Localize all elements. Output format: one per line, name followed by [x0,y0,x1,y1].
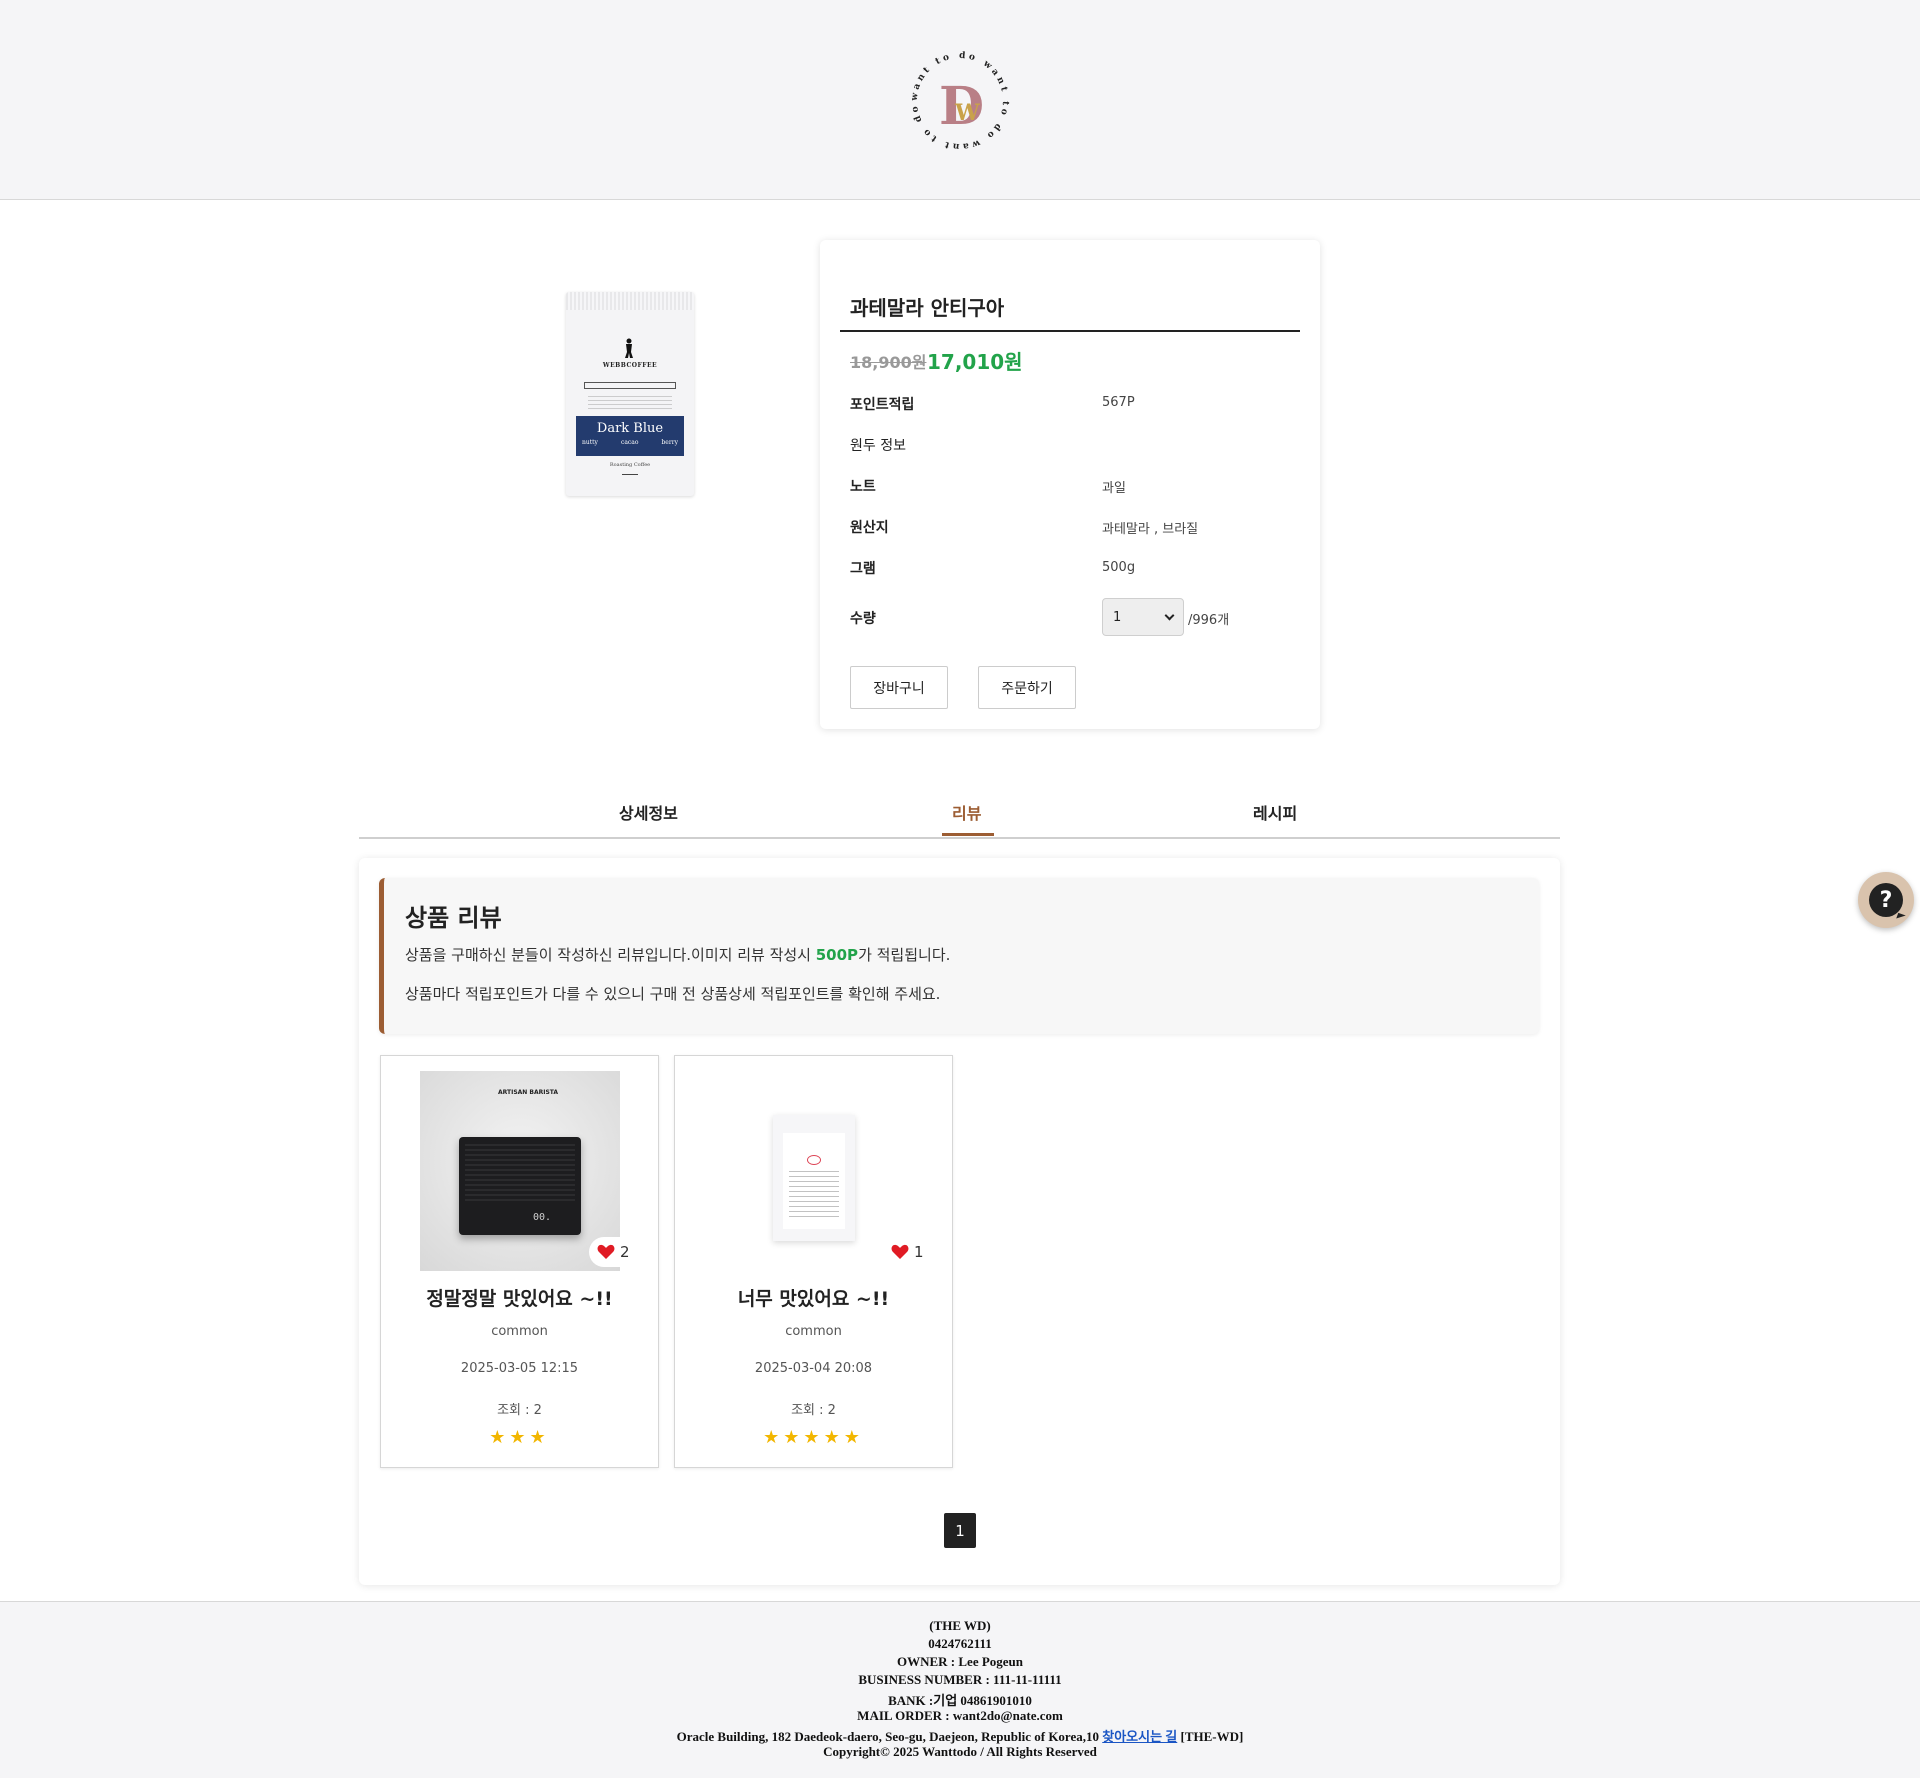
bean-info-label: 원두 정보 [850,438,906,454]
review-image: ARTISAN BARISTA 00. [420,1071,620,1271]
quantity-label: 수량 [850,611,876,627]
review-notice: 상품 리뷰 상품을 구매하신 분들이 작성하신 리뷰입니다.이미지 리뷰 작성시… [379,878,1539,1034]
quantity-select[interactable]: 1 [1102,598,1184,636]
footer-company: (THE WD) [929,1618,991,1633]
notice-text: 상품을 구매하신 분들이 작성하신 리뷰입니다.이미지 리뷰 작성시 [405,946,816,964]
site-footer: (THE WD) 0424762111 OWNER : Lee Pogeun B… [0,1601,1920,1778]
bag-name-box [584,382,676,389]
review-date: 2025-03-04 20:08 [754,1361,873,1376]
origin-label: 원산지 [850,520,889,536]
footer-business-number: BUSINESS NUMBER : 111-11-11111 [858,1672,1062,1687]
bag-label-notes: nutty cacao berry [576,436,684,446]
site-header: want to do want to do want to do D W [0,0,1920,200]
bag-note: cacao [620,439,639,446]
product-image: WEBBCOFFEE Dark Blue nutty cacao berry R… [566,292,694,496]
like-badge[interactable]: 2 [589,1237,638,1267]
review-date: 2025-03-05 12:15 [460,1361,579,1376]
review-notice-line-1: 상품을 구매하신 분들이 작성하신 리뷰입니다.이미지 리뷰 작성시 500P가… [405,944,950,965]
note-value: 과일 [1102,481,1126,496]
scale-display: 00. [532,1212,551,1223]
bag-label-lines [789,1171,839,1221]
sale-price: 17,010원 [927,350,1023,374]
chevron-down-icon [1164,610,1175,620]
quantity-value: 1 [1113,609,1122,625]
bag-fine-print [588,396,672,410]
footer-copyright: Copyright© 2025 Wanttodo / All Rights Re… [823,1744,1097,1759]
review-notice-line-2: 상품마다 적립포인트가 다를 수 있으니 구매 전 상품상세 적립포인트를 확인… [405,985,941,1003]
bag-label [783,1133,845,1229]
review-section-title: 상품 리뷰 [405,904,502,932]
question-chat-icon: ? [1869,883,1903,917]
footer-mail: MAIL ORDER : want2do@nate.com [857,1708,1063,1723]
footer-address-suffix: [THE-WD] [1177,1729,1244,1744]
review-author: common [785,1324,842,1339]
footer-address-text: Oracle Building, 182 Daedeok-daero, Seo-… [676,1729,1103,1744]
weight-label: 그램 [850,561,876,577]
origin-value: 과테말라 , 브라질 [1102,522,1199,537]
help-chat-button[interactable]: ? [1858,872,1914,928]
review-title: 정말정말 맛있어요 ~!! [426,1288,613,1310]
add-to-cart-button[interactable]: 장바구니 [850,666,948,709]
bag-logo-mark [807,1155,821,1165]
review-image [714,1071,914,1271]
site-logo[interactable]: want to do want to do want to do D W [903,44,1017,158]
footer-address: Oracle Building, 182 Daedeok-daero, Seo-… [0,1726,1920,1745]
scale-grid [465,1143,575,1201]
points-value: 567P [1102,395,1135,410]
footer-bank: BANK :기업 04861901010 [888,1693,1032,1708]
notice-points: 500P [815,946,859,964]
tab-recipe[interactable]: 레시피 [1253,800,1297,824]
like-badge[interactable]: 1 [883,1237,932,1267]
product-title: 과테말라 안티구아 [850,296,1005,320]
like-count: 2 [620,1243,630,1261]
bag-brand: WEBBCOFFEE [602,362,658,369]
footer-phone: 0424762111 [928,1636,992,1651]
original-price: 18,900원 [850,353,927,372]
tabs-divider [359,837,1560,839]
heart-icon [597,1244,615,1259]
review-title: 너무 맛있어요 ~!! [737,1288,890,1310]
review-card[interactable]: ARTISAN BARISTA 00. 2 정말정말 맛있어요 ~!! comm… [380,1055,659,1468]
review-card[interactable]: 1 너무 맛있어요 ~!! common 2025-03-04 20:08 조회… [674,1055,953,1468]
review-panel: 상품 리뷰 상품을 구매하신 분들이 작성하신 리뷰입니다.이미지 리뷰 작성시… [359,858,1560,1585]
review-rating-stars: ★★★ [489,1427,550,1448]
directions-link[interactable]: 찾아오시는 길 [1102,1729,1177,1744]
tab-reviews[interactable]: 리뷰 [952,800,981,824]
notice-text: 가 적립됩니다. [858,946,951,964]
active-tab-indicator [942,833,994,836]
bag-blue-label: Dark Blue nutty cacao berry [576,416,684,456]
like-count: 1 [914,1243,924,1261]
review-author: common [491,1324,548,1339]
svg-text:W: W [954,100,980,126]
barista-silhouette-icon [625,338,633,358]
note-label: 노트 [850,479,876,495]
stock-count: /996개 [1188,613,1230,628]
review-rating-stars: ★★★★★ [763,1427,864,1448]
review-views: 조회 : 2 [497,1403,542,1418]
title-divider [840,330,1300,332]
points-label: 포인트적립 [850,397,915,413]
bag-label-title: Dark Blue [596,421,664,436]
page-number-button[interactable]: 1 [944,1513,976,1548]
order-button[interactable]: 주문하기 [978,666,1076,709]
bag-note: berry [661,439,678,446]
bag-top-fold [566,292,694,310]
coffee-bag [773,1115,855,1241]
product-info-card: 과테말라 안티구아 18,900원 17,010원 포인트적립 567P 원두 … [820,240,1320,729]
weight-value: 500g [1102,560,1136,575]
footer-owner: OWNER : Lee Pogeun [896,1654,1024,1669]
tab-details[interactable]: 상세정보 [619,800,678,824]
bag-roast: Roasting Coffee [609,462,651,468]
heart-icon [891,1244,909,1259]
scale-brand: ARTISAN BARISTA [498,1089,559,1096]
scale-body: 00. [459,1137,581,1235]
review-views: 조회 : 2 [791,1403,836,1418]
bag-rule [622,474,638,475]
bag-note: nutty [582,439,598,446]
